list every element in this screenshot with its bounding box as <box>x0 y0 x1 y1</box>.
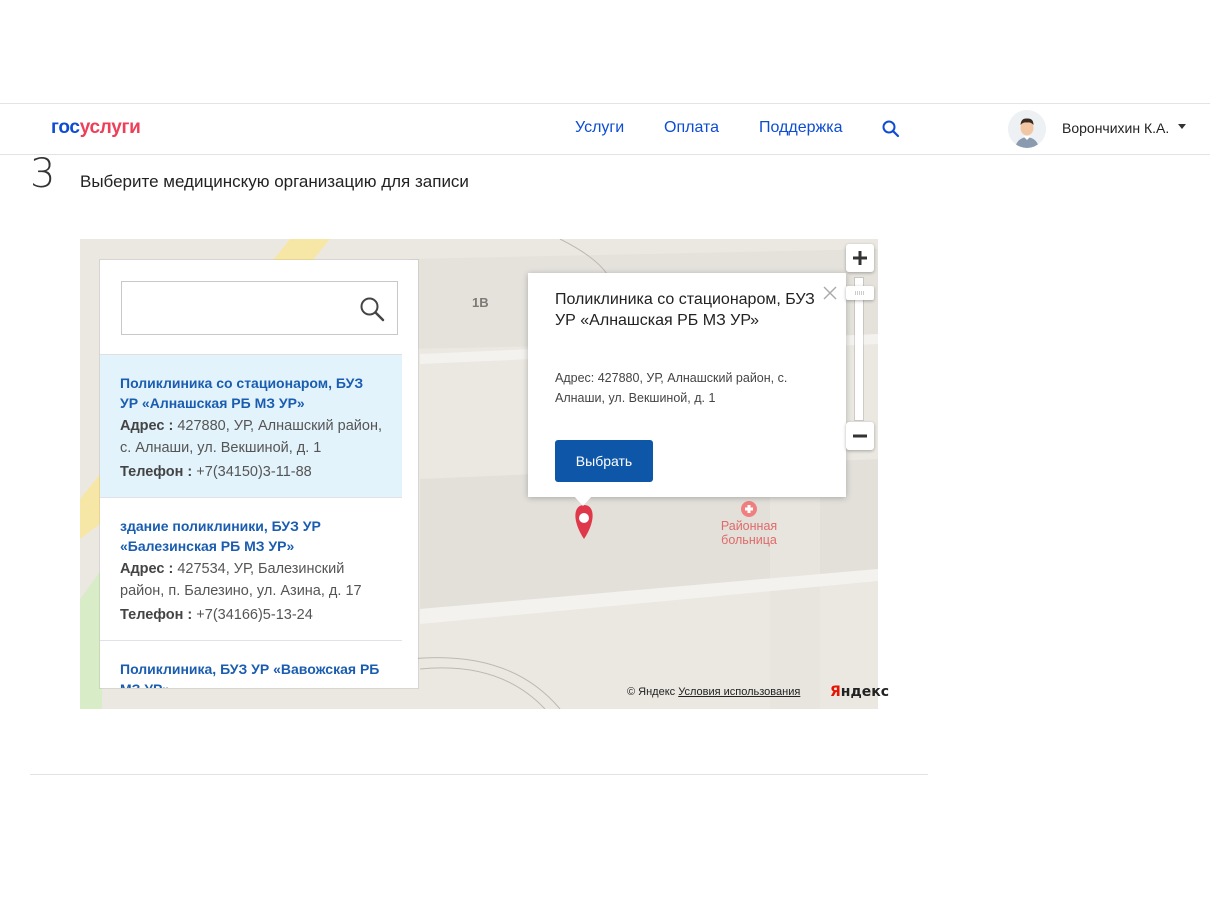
list-item[interactable]: здание поликлиники, БУЗ УР «Балезинская … <box>100 498 402 641</box>
organization-name: здание поликлиники, БУЗ УР «Балезинская … <box>120 518 321 554</box>
search-icon[interactable] <box>882 120 900 138</box>
hospital-poi-label[interactable]: Районная больница <box>715 519 783 547</box>
phone-label: Телефон : <box>120 464 193 480</box>
yandex-logo-y: Я <box>830 684 841 700</box>
organization-search-input[interactable] <box>122 282 372 332</box>
balloon-address: Адрес: 427880, УР, Алнашский район, с. А… <box>555 371 788 405</box>
hospital-poi-label-line1: Районная <box>720 519 778 533</box>
organization-address: Адрес : 427880, УР, Алнашский район, с. … <box>120 415 382 459</box>
yandex-logo-rest: ндекс <box>840 684 890 700</box>
user-avatar[interactable] <box>1008 110 1046 148</box>
list-item[interactable]: Поликлиника со стационаром, БУЗ УР «Ална… <box>100 355 402 498</box>
address-label: Адрес : <box>120 418 174 434</box>
step-number: 3 <box>30 151 56 197</box>
organization-list[interactable]: Поликлиника со стационаром, БУЗ УР «Ална… <box>100 354 402 688</box>
gosuslugi-logo[interactable]: госуслуги <box>51 117 141 139</box>
logo-part-uslugi: услуги <box>79 117 141 138</box>
yandex-logo[interactable]: Яндекс <box>830 684 889 700</box>
logo-part-gos: гос <box>51 117 80 138</box>
address-label: Адрес : <box>120 561 174 577</box>
nav-payment[interactable]: Оплата <box>664 119 719 137</box>
divider <box>30 774 928 775</box>
user-menu-caret-icon[interactable] <box>1178 124 1186 129</box>
select-button[interactable]: Выбрать <box>555 440 653 482</box>
close-icon[interactable] <box>822 285 838 301</box>
list-item[interactable]: Поликлиника, БУЗ УР «Вавожская РБ МЗ УР» <box>100 641 402 688</box>
zoom-slider-handle[interactable] <box>846 286 874 300</box>
nav-services[interactable]: Услуги <box>575 119 624 137</box>
balloon-title: Поликлиника со стационаром, БУЗ УР «Ална… <box>555 291 815 329</box>
user-name[interactable]: Ворончихин К.А. <box>1062 120 1169 136</box>
phone-value: +7(34150)3-11-88 <box>196 464 312 480</box>
organization-phone: Телефон : +7(34150)3-11-88 <box>120 461 382 483</box>
building-number-label: 1В <box>472 295 489 310</box>
plus-icon <box>853 251 867 265</box>
grip-icon <box>855 291 865 295</box>
organization-address: Адрес : 427534, УР, Балезинский район, п… <box>120 558 382 602</box>
nav-support[interactable]: Поддержка <box>759 119 842 137</box>
user-avatar-icon <box>1008 110 1046 148</box>
step-title: Выберите медицинскую организацию для зап… <box>80 172 469 191</box>
zoom-out-button[interactable] <box>846 422 874 450</box>
terms-of-use-link[interactable]: Условия использования <box>678 686 800 698</box>
hospital-poi-label-line2: больница <box>721 533 777 547</box>
organization-phone: Телефон : +7(34166)5-13-24 <box>120 604 382 626</box>
zoom-in-button[interactable] <box>846 244 874 272</box>
balloon-tail <box>574 496 592 506</box>
organization-name: Поликлиника со стационаром, БУЗ УР «Ална… <box>120 375 364 411</box>
phone-label: Телефон : <box>120 607 193 623</box>
map-copyright: © Яндекс Условия использования <box>627 686 800 698</box>
site-header: госуслуги Услуги Оплата Поддержка Воронч… <box>0 103 1210 155</box>
organization-balloon: Поликлиника со стационаром, БУЗ УР «Ална… <box>528 273 846 497</box>
copyright-text: © Яндекс <box>627 686 676 698</box>
organization-name: Поликлиника, БУЗ УР «Вавожская РБ МЗ УР» <box>120 661 380 688</box>
phone-value: +7(34166)5-13-24 <box>196 607 313 623</box>
organization-search-box[interactable] <box>121 281 398 335</box>
minus-icon <box>853 434 867 438</box>
search-icon[interactable] <box>359 296 385 322</box>
organization-list-panel: Поликлиника со стационаром, БУЗ УР «Ална… <box>100 260 418 688</box>
